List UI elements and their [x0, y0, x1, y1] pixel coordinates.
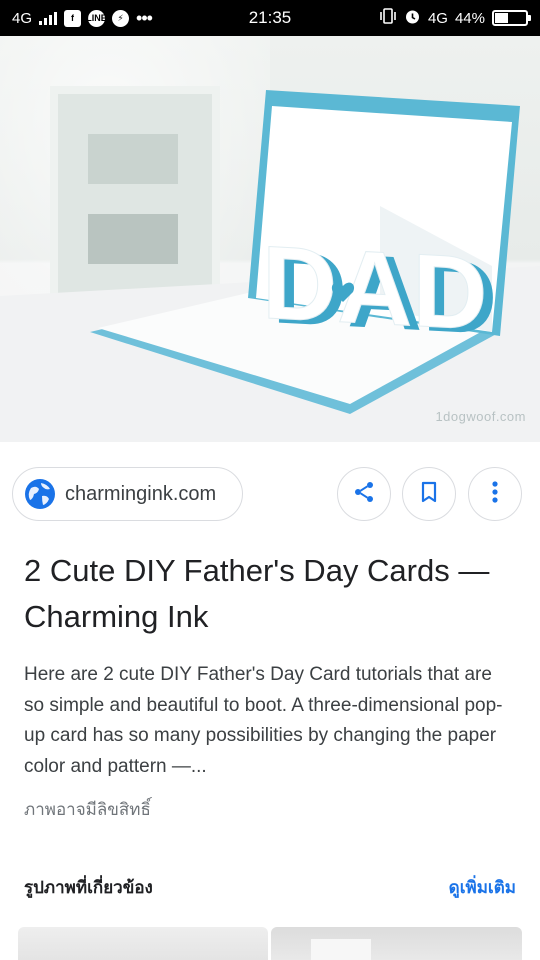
globe-icon: [25, 479, 55, 509]
source-domain: charmingink.com: [65, 482, 217, 505]
source-chip[interactable]: charmingink.com: [12, 467, 243, 521]
status-left: 4G f LINE ⚡ •••: [12, 9, 379, 27]
image-watermark: 1dogwoof.com: [435, 409, 526, 424]
more-notifications-icon: •••: [136, 8, 153, 28]
related-images-strip: [18, 927, 522, 960]
status-bar: 4G f LINE ⚡ ••• 21:35 4G 44%: [0, 0, 540, 36]
related-image-thumbnail[interactable]: [271, 927, 522, 960]
line-icon: LINE: [86, 9, 107, 27]
vibrate-icon: [379, 8, 397, 28]
battery-icon: [492, 10, 531, 26]
result-description: Here are 2 cute DIY Father's Day Card tu…: [24, 664, 503, 777]
save-button[interactable]: [402, 467, 456, 521]
card-letters: DAD: [262, 225, 487, 353]
facebook-icon: f: [64, 9, 82, 27]
result-title[interactable]: 2 Cute DIY Father's Day Cards — Charming…: [24, 548, 504, 640]
signal-icon: [39, 11, 58, 25]
share-button[interactable]: [337, 467, 391, 521]
source-row: charmingink.com: [12, 467, 528, 523]
share-icon: [352, 480, 376, 509]
messenger-icon: ⚡: [112, 9, 130, 27]
see-more-link[interactable]: ดูเพิ่มเติม: [449, 874, 516, 901]
network-type-right: 4G: [427, 9, 448, 27]
related-image-thumbnail[interactable]: [18, 927, 268, 960]
more-options-button[interactable]: [468, 467, 522, 521]
status-right: 4G 44%: [379, 8, 531, 29]
copyright-notice: ภาพอาจมีลิขสิทธิ์: [24, 800, 151, 819]
popup-card-illustration: DAD DAD: [0, 90, 540, 442]
battery-percent: 44%: [454, 9, 485, 27]
related-images-heading: รูปภาพที่เกี่ยวข้อง: [24, 878, 153, 897]
network-type-left: 4G: [12, 9, 33, 27]
bookmark-icon: [418, 480, 440, 509]
result-image[interactable]: DAD DAD 1dogwoof.com: [0, 36, 540, 442]
more-vert-icon: [491, 480, 499, 509]
alarm-icon: [404, 8, 421, 29]
